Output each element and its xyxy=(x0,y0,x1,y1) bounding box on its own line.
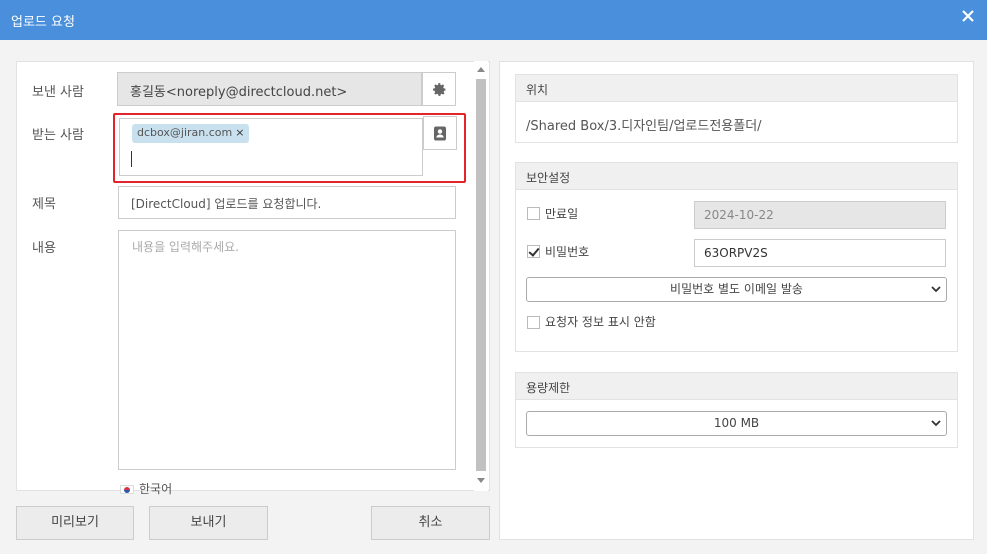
chevron-down-icon xyxy=(931,420,941,427)
location-path: /Shared Box/3.디자인팀/업로드전용폴더/ xyxy=(526,119,762,134)
password-email-select[interactable]: 비밀번호 별도 이메일 발송 xyxy=(526,277,947,302)
subject-label: 제목 xyxy=(32,197,56,212)
recipient-label: 받는 사람 xyxy=(32,128,84,143)
chevron-down-icon xyxy=(931,286,941,293)
language-selector[interactable]: 한국어 xyxy=(120,480,172,497)
close-icon[interactable] xyxy=(961,9,975,23)
content-textarea[interactable]: 내용을 입력해주세요. xyxy=(118,230,456,470)
password-field[interactable]: 63ORPV2S xyxy=(694,239,946,267)
expiry-checkbox[interactable] xyxy=(527,207,540,220)
address-book-icon xyxy=(434,126,446,141)
expiry-label: 만료일 xyxy=(545,207,579,221)
location-header: 위치 xyxy=(516,75,957,102)
security-header: 보안설정 xyxy=(516,163,957,190)
password-label: 비밀번호 xyxy=(545,245,590,259)
text-caret xyxy=(131,151,132,167)
recipient-chip: dcbox@jiran.com × xyxy=(132,124,250,143)
capacity-selected: 100 MB xyxy=(713,416,760,430)
recipient-chip-email: dcbox@jiran.com xyxy=(137,126,233,139)
recipient-input[interactable]: dcbox@jiran.com × xyxy=(119,118,423,176)
expiry-date-field: 2024-10-22 xyxy=(694,201,946,229)
content-label: 내용 xyxy=(32,241,56,256)
gear-icon xyxy=(433,83,446,96)
sender-label: 보낸 사람 xyxy=(32,85,84,100)
hide-requester-label: 요청자 정보 표시 안함 xyxy=(545,315,656,329)
subject-input[interactable]: [DirectCloud] 업로드를 요청합니다. xyxy=(118,186,456,219)
capacity-section: 용량제한 xyxy=(515,372,958,448)
scroll-up-arrow-icon[interactable] xyxy=(477,67,485,72)
scrollbar-thumb[interactable] xyxy=(476,79,486,471)
remove-recipient-icon[interactable]: × xyxy=(235,126,244,139)
dialog-title: 업로드 요청 xyxy=(11,15,75,30)
sender-field: 홍길동<noreply@directcloud.net> xyxy=(117,72,422,106)
capacity-select[interactable]: 100 MB xyxy=(526,411,947,436)
form-scrollbar[interactable] xyxy=(474,61,488,491)
password-checkbox[interactable] xyxy=(527,245,540,258)
preview-button[interactable]: 미리보기 xyxy=(16,506,134,540)
sender-settings-button[interactable] xyxy=(422,72,456,106)
cancel-button[interactable]: 취소 xyxy=(371,506,490,540)
send-button[interactable]: 보내기 xyxy=(149,506,268,540)
korea-flag-icon xyxy=(120,485,134,494)
password-email-option: 비밀번호 별도 이메일 발송 xyxy=(670,282,803,296)
address-book-button[interactable] xyxy=(423,116,457,150)
hide-requester-checkbox[interactable] xyxy=(527,316,540,329)
language-label: 한국어 xyxy=(139,482,173,496)
dialog-titlebar: 업로드 요청 xyxy=(0,0,987,40)
capacity-header: 용량제한 xyxy=(516,373,957,400)
scroll-down-arrow-icon[interactable] xyxy=(477,478,485,483)
